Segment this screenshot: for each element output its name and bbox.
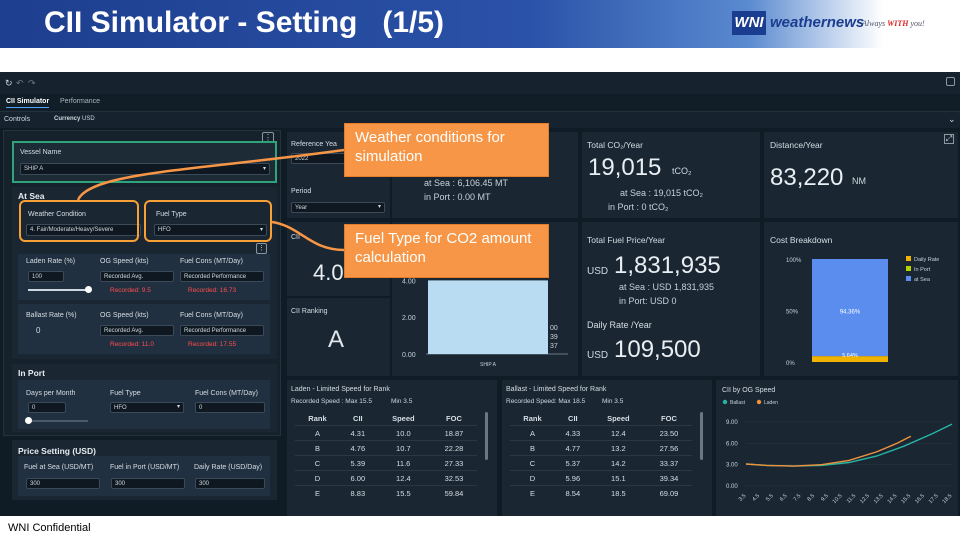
footer: WNI Confidential <box>8 522 91 534</box>
fuel-connector <box>271 220 345 252</box>
weather-callout: Weather conditions for simulation <box>344 123 549 177</box>
weather-connector <box>76 148 345 201</box>
fuel-callout: Fuel Type for CO2 amount calculation <box>344 224 549 278</box>
